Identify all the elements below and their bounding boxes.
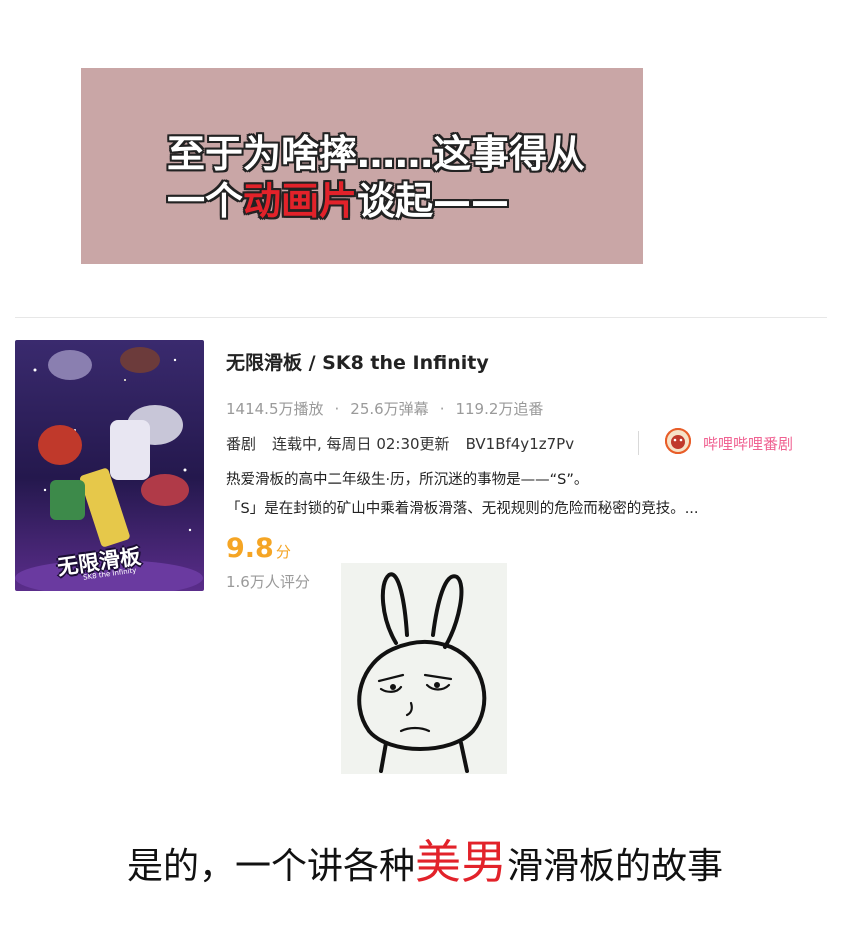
stats-separator: · — [334, 400, 340, 418]
anime-poster[interactable]: 无限滑板 SK8 the Infinity — [15, 340, 204, 591]
stats-separator: · — [439, 400, 445, 418]
banner-line-2: 一个动画片谈起—— — [167, 170, 509, 225]
banner-line-2-start: 一个 — [167, 179, 244, 223]
rating-score: 9.8 分 — [226, 533, 291, 564]
banner-line-2-end: 谈起—— — [357, 179, 510, 223]
type-tag: 番剧 — [226, 435, 257, 453]
section-divider — [15, 317, 827, 318]
play-count: 1414.5万播放 — [226, 400, 324, 418]
channel-link[interactable]: 哔哩哔哩番剧 — [703, 433, 793, 454]
caption-highlight: 美男 — [415, 835, 507, 889]
meta-divider — [638, 431, 639, 455]
caption-end: 滑滑板的故事 — [507, 846, 724, 887]
bilibili-bangumi-icon-glyph — [665, 428, 691, 454]
intro-banner: 至于为啥摔……这事得从 一个动画片谈起—— — [81, 68, 643, 264]
description-line-1: 热爱滑板的高中二年级生·历，所沉迷的事物是——“S”。 — [226, 472, 589, 488]
rabbit-meme-image — [341, 563, 507, 774]
score-unit: 分 — [275, 543, 291, 561]
bvid: BV1Bf4y1z7Pv — [465, 435, 575, 453]
description-line-2: 「S」是在封锁的矿山中乘着滑板滑落、无视规则的危险而秘密的竞技。... — [226, 501, 699, 517]
anime-title[interactable]: 无限滑板 / SK8 the Infinity — [226, 348, 489, 375]
rater-count: 1.6万人评分 — [226, 573, 310, 591]
update-schedule: 连载中, 每周日 02:30更新 — [272, 435, 450, 453]
rabbit-meme-drawing — [341, 563, 507, 774]
bilibili-bangumi-icon[interactable] — [665, 428, 691, 454]
caption-start: 是的，一个讲各种 — [126, 846, 415, 887]
danmaku-count: 25.6万弹幕 — [350, 400, 429, 418]
score-value: 9.8 — [226, 533, 274, 564]
follow-count: 119.2万追番 — [455, 400, 544, 418]
anime-stats: 1414.5万播放 · 25.6万弹幕 · 119.2万追番 — [226, 398, 543, 419]
anime-meta: 番剧 连载中, 每周日 02:30更新 BV1Bf4y1z7Pv — [226, 433, 590, 454]
closing-caption: 是的，一个讲各种美男滑滑板的故事 — [0, 826, 850, 892]
banner-highlight: 动画片 — [243, 179, 358, 223]
